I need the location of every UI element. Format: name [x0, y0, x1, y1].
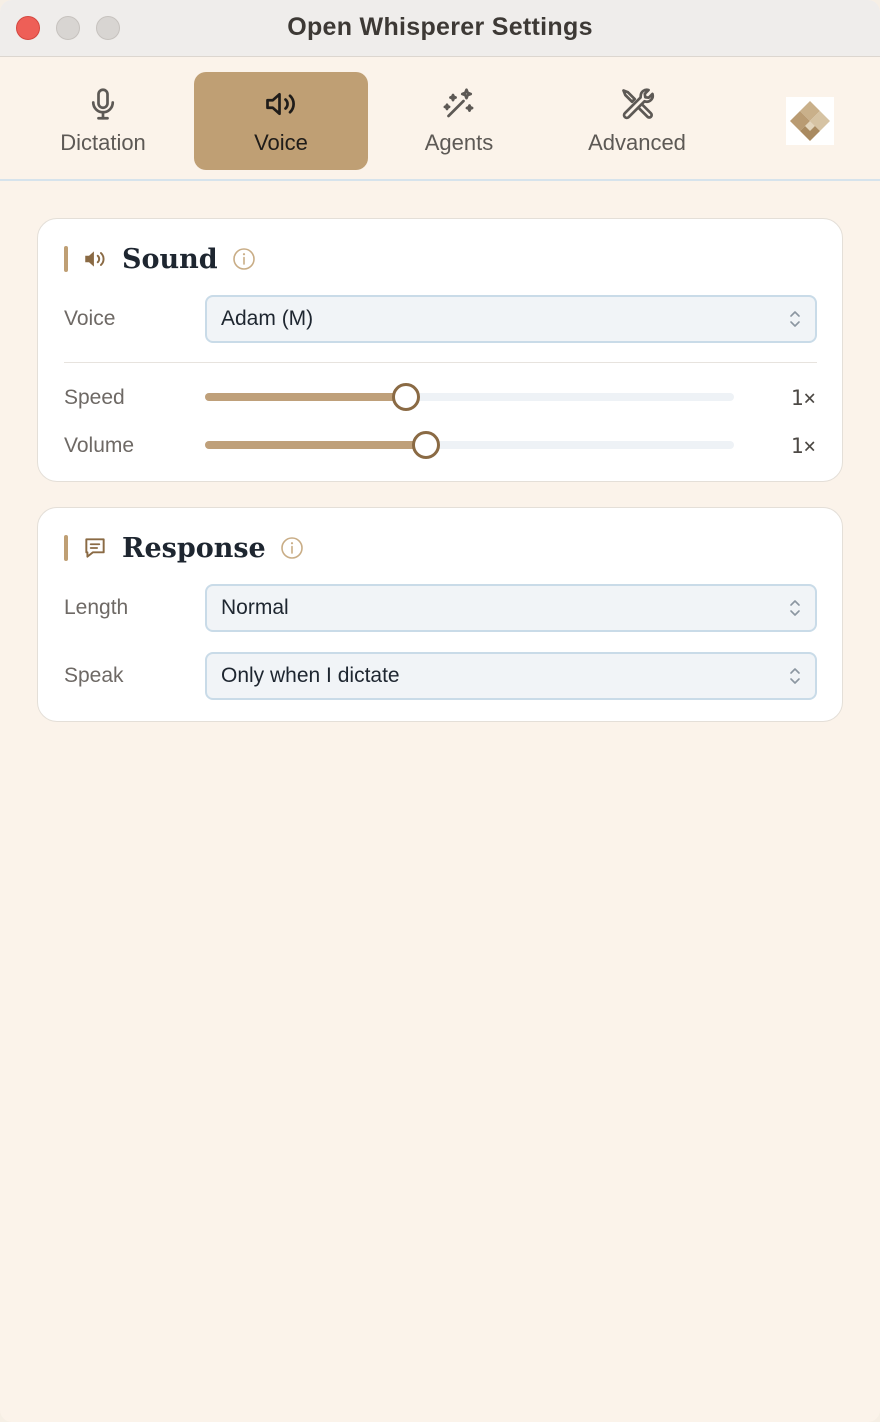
voice-select[interactable]: Adam (M): [205, 295, 817, 343]
app-logo-icon[interactable]: [786, 97, 834, 145]
chat-bubble-icon: [85, 538, 105, 558]
magic-wand-icon: [443, 88, 474, 118]
chevron-updown-icon: [790, 668, 800, 684]
settings-window: Open Whisperer Settings Dictation Voice: [0, 0, 880, 1422]
chevron-updown-icon: [790, 600, 800, 616]
sound-card: Sound Voice Adam (M) Speed 1× Volume 1×: [37, 218, 843, 482]
section-accent-bar: [64, 535, 68, 561]
tab-voice-label: Voice: [254, 130, 308, 155]
tab-advanced-label: Advanced: [588, 130, 686, 155]
volume-slider[interactable]: [205, 430, 734, 460]
tab-advanced[interactable]: Advanced: [550, 72, 724, 170]
title-bar: Open Whisperer Settings: [0, 0, 880, 57]
voice-label: Voice: [64, 307, 116, 330]
speak-select[interactable]: Only when I dictate: [205, 652, 817, 700]
window-title: Open Whisperer Settings: [287, 13, 593, 41]
section-divider: [64, 362, 817, 363]
volume-value: 1×: [790, 434, 816, 458]
tab-agents[interactable]: Agents: [372, 72, 546, 170]
length-label: Length: [64, 596, 129, 619]
volume-label: Volume: [64, 434, 135, 457]
chevron-updown-icon: [790, 311, 800, 327]
speed-label: Speed: [64, 386, 125, 409]
sound-section-title: Sound: [122, 243, 218, 275]
volume-slider-thumb[interactable]: [411, 431, 440, 459]
speed-slider-thumb[interactable]: [392, 383, 421, 411]
speak-select-value: Only when I dictate: [221, 664, 400, 687]
tab-dictation[interactable]: Dictation: [16, 72, 190, 170]
speaker-icon: [85, 251, 105, 267]
speed-slider-fill: [205, 393, 407, 401]
volume-slider-fill: [205, 441, 426, 449]
tab-dictation-label: Dictation: [60, 130, 146, 155]
speed-slider[interactable]: [205, 382, 734, 412]
voice-select-value: Adam (M): [221, 307, 314, 330]
response-section-title: Response: [122, 532, 266, 564]
length-select[interactable]: Normal: [205, 584, 817, 632]
settings-toolbar: Dictation Voice Agents Advanced: [0, 58, 880, 181]
speak-label: Speak: [64, 664, 124, 687]
length-select-value: Normal: [221, 596, 289, 619]
sound-card-header: Sound: [64, 243, 256, 275]
microphone-icon: [91, 88, 115, 120]
section-accent-bar: [64, 246, 68, 272]
tools-icon: [622, 88, 655, 120]
response-card: Response Length Normal Speak Only when I…: [37, 507, 843, 722]
tab-agents-label: Agents: [424, 130, 494, 155]
response-card-header: Response: [64, 532, 304, 564]
info-icon[interactable]: [232, 247, 256, 271]
tab-voice[interactable]: Voice: [194, 72, 368, 170]
speed-value: 1×: [790, 386, 816, 410]
info-icon[interactable]: [280, 536, 304, 560]
speaker-icon: [266, 92, 295, 116]
